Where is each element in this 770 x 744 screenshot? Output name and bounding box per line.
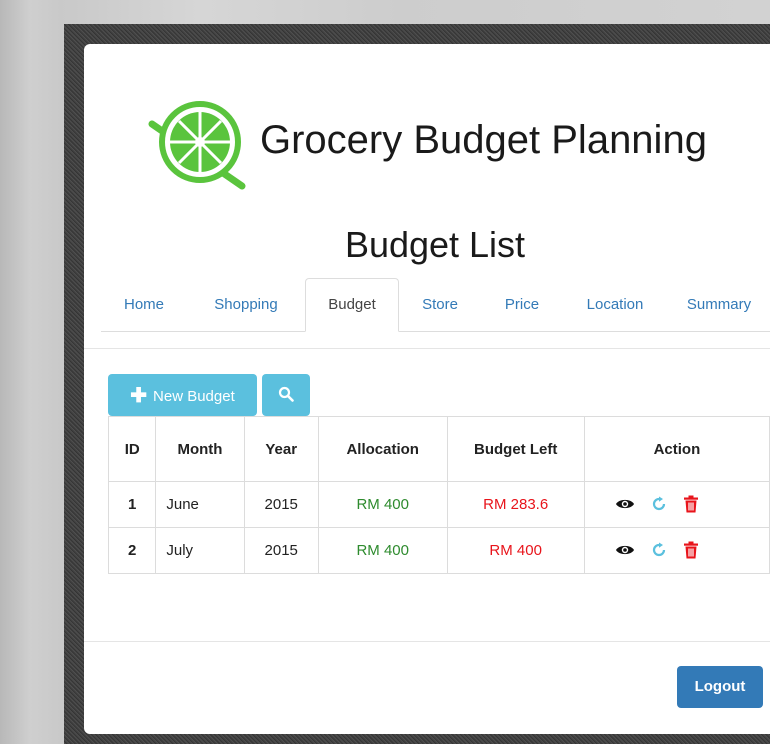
tab-home[interactable]: Home [101, 278, 187, 331]
cell-budget-left: RM 283.6 [446, 481, 585, 528]
cell-year: 2015 [243, 527, 319, 574]
budget-table: ID Month Year Allocation Budget Left Act… [107, 416, 770, 574]
search-button[interactable] [262, 374, 310, 416]
trash-icon[interactable] [683, 541, 699, 559]
refresh-icon[interactable] [651, 542, 667, 558]
header-action: Action [583, 416, 770, 482]
refresh-icon[interactable] [651, 496, 667, 512]
eye-icon[interactable] [615, 543, 635, 557]
header-budget-left: Budget Left [446, 416, 585, 482]
tab-price[interactable]: Price [485, 278, 559, 331]
footer-divider [84, 641, 770, 642]
header-year: Year [243, 416, 319, 482]
new-budget-label: New Budget [153, 388, 235, 405]
app-title: Grocery Budget Planning [260, 118, 707, 162]
plus-icon: ✚ [130, 385, 148, 407]
cell-allocation: RM 400 [317, 527, 448, 574]
table-row: 2 July 2015 RM 400 RM 400 [107, 527, 770, 574]
table-header-row: ID Month Year Allocation Budget Left Act… [107, 416, 770, 482]
tab-store[interactable]: Store [407, 278, 473, 331]
lime-logo-icon [148, 101, 246, 190]
cell-allocation: RM 400 [317, 481, 448, 528]
cell-year: 2015 [243, 481, 319, 528]
header-month: Month [155, 416, 245, 482]
cell-actions [583, 527, 770, 574]
search-icon [278, 386, 294, 402]
divider [84, 348, 770, 349]
cell-id: 1 [107, 481, 157, 528]
nav-tabs: Home Shopping Budget Store Price Locatio… [101, 278, 770, 332]
tab-shopping[interactable]: Shopping [197, 278, 295, 331]
page-title: Budget List [344, 224, 526, 265]
tab-budget[interactable]: Budget [305, 278, 399, 332]
header-id: ID [107, 416, 157, 482]
tab-location[interactable]: Location [569, 278, 661, 331]
logout-button[interactable]: Logout [677, 666, 763, 708]
cell-id: 2 [107, 527, 157, 574]
cell-actions [583, 481, 770, 528]
header-allocation: Allocation [317, 416, 448, 482]
app-header [148, 96, 246, 192]
new-budget-button[interactable]: ✚ New Budget [108, 374, 257, 416]
tab-summary[interactable]: Summary [673, 278, 765, 331]
cell-month: June [155, 481, 245, 528]
table-row: 1 June 2015 RM 400 RM 283.6 [107, 481, 770, 528]
trash-icon[interactable] [683, 495, 699, 513]
cell-budget-left: RM 400 [446, 527, 585, 574]
eye-icon[interactable] [615, 497, 635, 511]
cell-month: July [155, 527, 245, 574]
